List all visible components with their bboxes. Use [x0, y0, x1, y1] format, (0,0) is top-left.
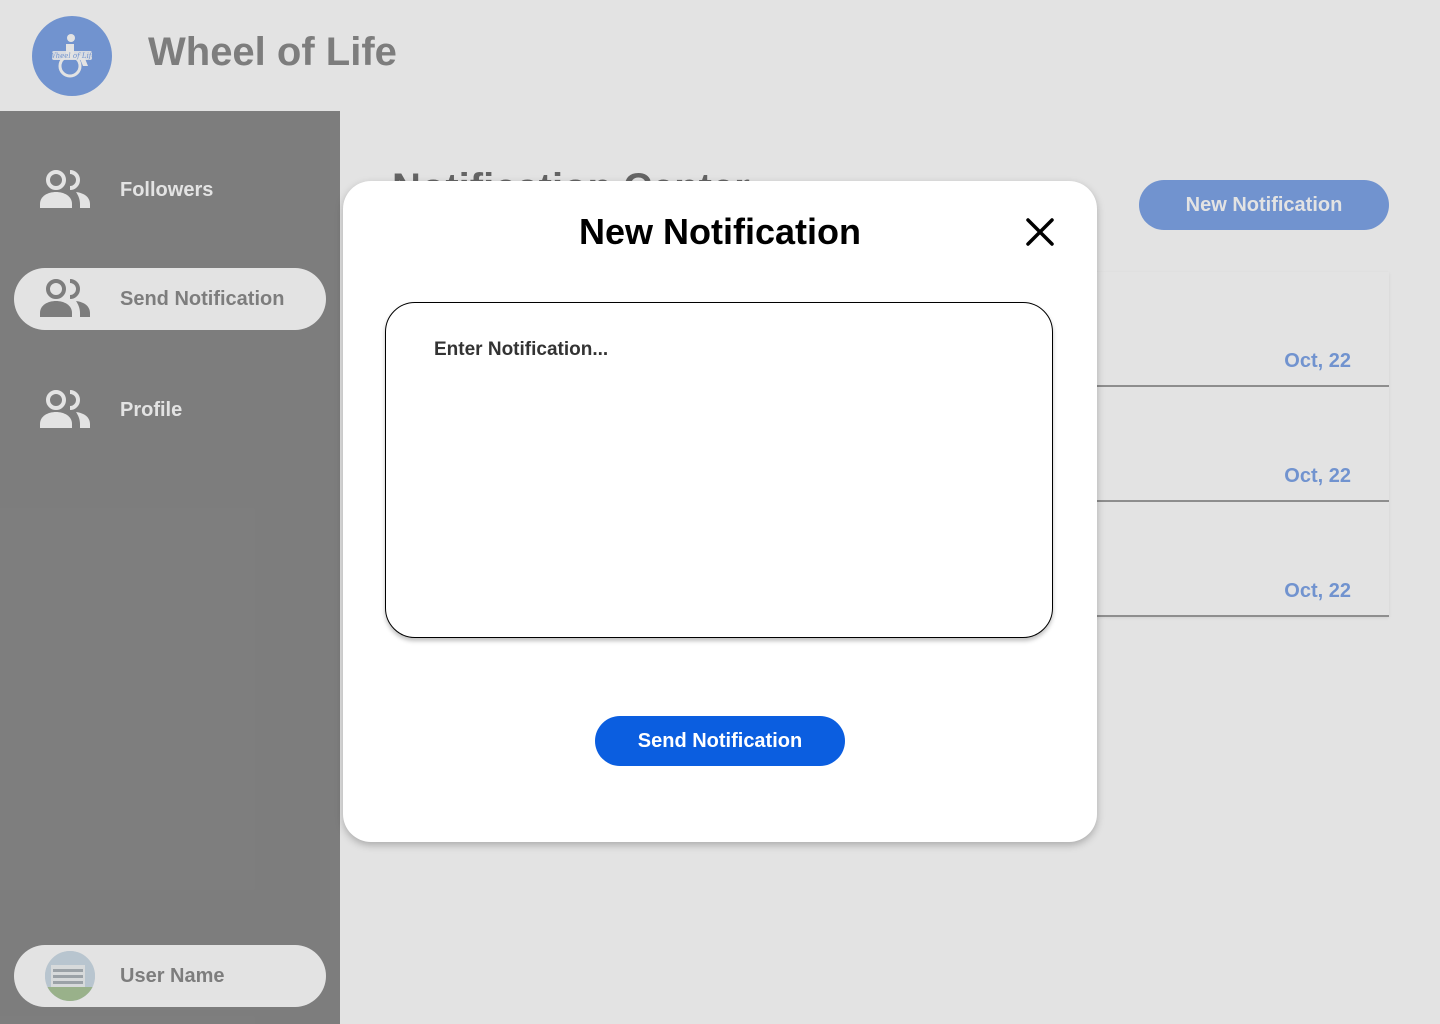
- close-icon: [1026, 218, 1054, 246]
- close-button[interactable]: [1023, 215, 1057, 249]
- send-notification-button[interactable]: Send Notification: [595, 716, 845, 766]
- modal-title: New Notification: [578, 211, 861, 252]
- new-notification-modal: New Notification Send Notification: [343, 181, 1097, 842]
- page: Wheel of Life Wheel of Life Followers: [0, 0, 1440, 1024]
- notification-input[interactable]: [385, 302, 1053, 638]
